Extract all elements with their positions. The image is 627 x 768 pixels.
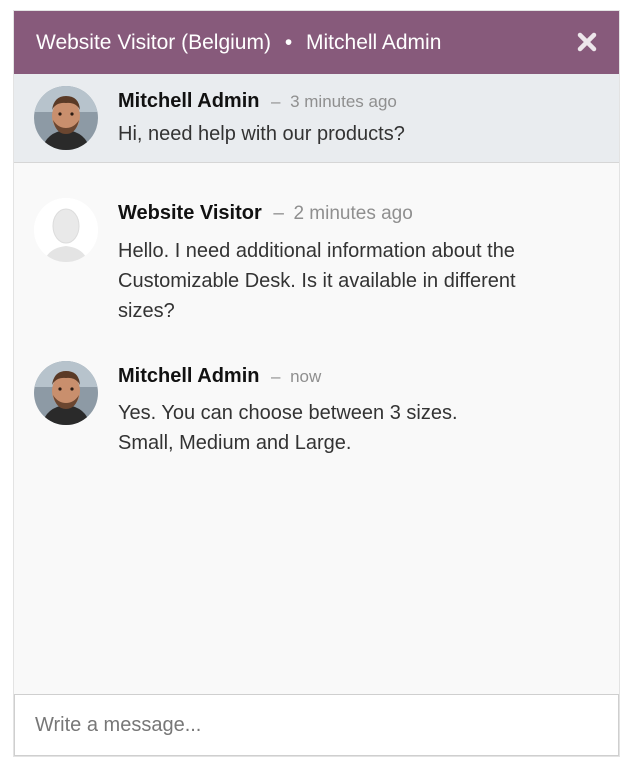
message-composer — [14, 694, 619, 756]
admin-avatar — [34, 86, 98, 150]
author-name: Mitchell Admin — [118, 90, 260, 112]
message-author: Website Visitor – 2 minutes ago — [118, 202, 413, 225]
visitor-name: Website Visitor (Belgium) — [36, 31, 271, 54]
message-body: Hello. I need additional information abo… — [118, 240, 516, 322]
time-separator: – — [273, 203, 284, 224]
close-icon[interactable] — [575, 30, 599, 54]
admin-avatar — [34, 361, 98, 425]
title-separator: • — [284, 31, 293, 54]
message-time: 2 minutes ago — [293, 203, 413, 224]
time-separator: – — [271, 92, 281, 111]
message-body: Yes. You can choose between 3 sizes. Sma… — [118, 402, 458, 454]
message-time: now — [290, 367, 322, 386]
message-item: Mitchell Admin – 3 minutes ago Hi, need … — [14, 74, 619, 163]
author-name: Website Visitor — [118, 202, 262, 224]
message-time: 3 minutes ago — [290, 92, 397, 111]
chat-title: Website Visitor (Belgium) • Mitchell Adm… — [36, 11, 441, 74]
time-separator: – — [271, 367, 281, 386]
message-input[interactable] — [15, 695, 618, 755]
chat-header[interactable]: Website Visitor (Belgium) • Mitchell Adm… — [14, 11, 619, 74]
message-body: Hi, need help with our products? — [118, 123, 405, 145]
operator-name: Mitchell Admin — [306, 31, 442, 54]
author-name: Mitchell Admin — [118, 365, 260, 387]
message-author: Mitchell Admin – 3 minutes ago — [118, 90, 397, 113]
visitor-avatar — [34, 198, 98, 262]
message-author: Mitchell Admin – now — [118, 365, 321, 388]
livechat-window: Website Visitor (Belgium) • Mitchell Adm… — [14, 11, 619, 756]
